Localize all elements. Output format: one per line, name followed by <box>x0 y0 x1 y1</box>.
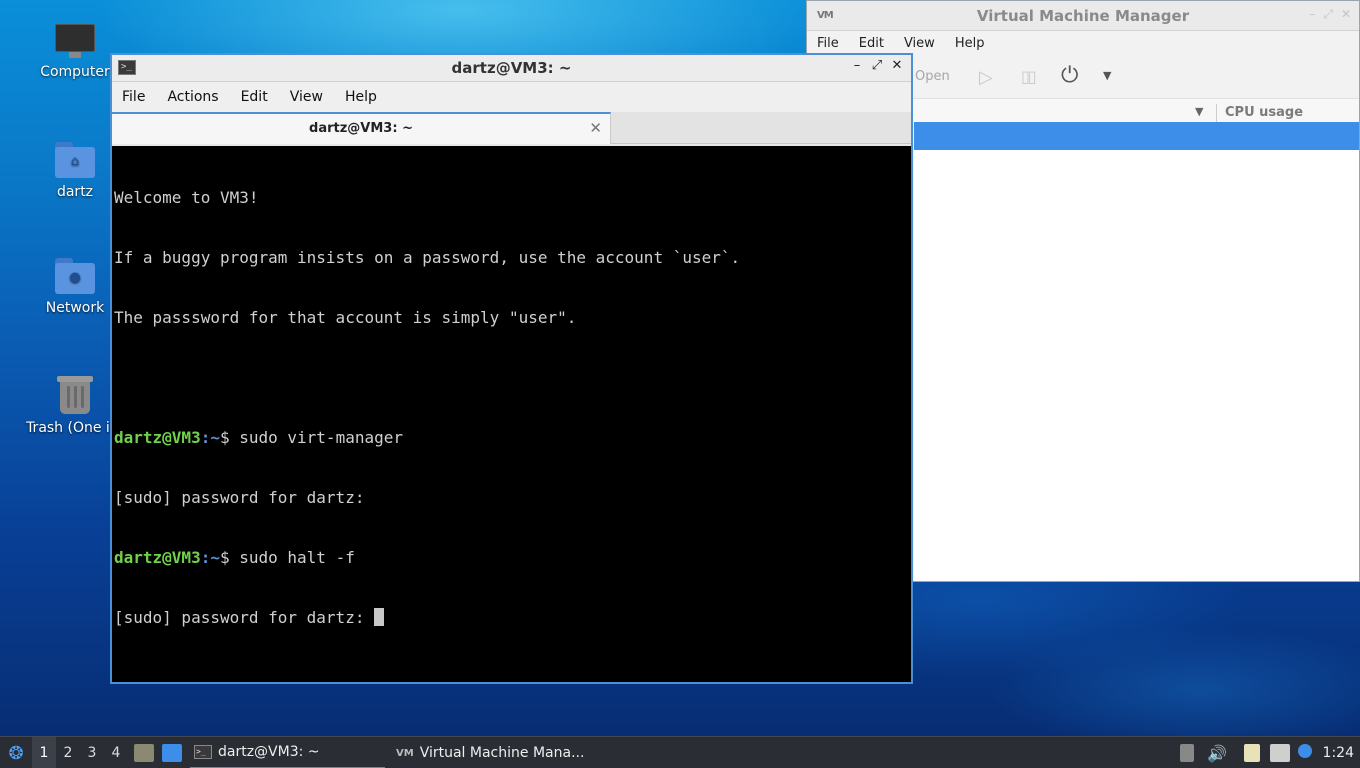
terminal-command: $ sudo halt -f <box>219 548 355 567</box>
workspace-2[interactable]: 2 <box>56 737 80 768</box>
terminal-line: [sudo] password for dartz: <box>114 488 365 507</box>
close-tab-icon[interactable]: ✕ <box>589 119 602 137</box>
trash-icon <box>57 374 93 414</box>
maximize-icon[interactable]: ⤢ <box>867 58 887 73</box>
computer-icon <box>55 24 95 58</box>
vmm-window-title: Virtual Machine Manager <box>976 7 1190 25</box>
terminal-menu-edit[interactable]: Edit <box>241 89 268 105</box>
vmm-connection-list[interactable] <box>914 122 1359 581</box>
clock[interactable]: 1:24 <box>1323 737 1354 768</box>
network-folder-icon: ● <box>55 258 95 294</box>
file-manager-launcher-icon[interactable] <box>134 744 154 762</box>
vmm-task-icon: VM <box>396 747 414 759</box>
prompt-path: :~ <box>200 548 220 567</box>
terminal-window-title: dartz@VM3: ~ <box>451 59 572 77</box>
terminal-menu-actions[interactable]: Actions <box>167 89 218 105</box>
close-icon[interactable]: ✕ <box>887 58 907 73</box>
vmm-open-button[interactable]: Open <box>915 69 950 84</box>
vmm-titlebar[interactable]: VM Virtual Machine Manager – ⤢ ✕ <box>807 1 1359 31</box>
clipboard-icon[interactable] <box>1244 744 1260 762</box>
selected-row[interactable] <box>914 122 1359 150</box>
vmm-menu-view[interactable]: View <box>904 36 935 51</box>
terminal-tab-bar: dartz@VM3: ~ ✕ <box>112 112 911 144</box>
minimize-icon[interactable]: – <box>847 58 867 73</box>
terminal-output[interactable]: Welcome to VM3! If a buggy program insis… <box>112 146 911 682</box>
terminal-menubar: File Actions Edit View Help <box>112 82 911 112</box>
workspace-3[interactable]: 3 <box>80 737 104 768</box>
volume-icon[interactable]: 🔊 <box>1207 737 1227 768</box>
chevron-down-icon[interactable]: ▼ <box>1103 69 1111 82</box>
terminal-line: The passsword for that account is simply… <box>114 308 577 327</box>
terminal-command: $ sudo virt-manager <box>219 428 403 447</box>
terminal-cursor <box>374 608 385 626</box>
terminal-tab-label: dartz@VM3: ~ <box>309 121 413 136</box>
terminal-menu-view[interactable]: View <box>290 89 323 105</box>
terminal-window: >_ dartz@VM3: ~ – ⤢ ✕ File Actions Edit Vi… <box>110 53 913 684</box>
terminal-line: dartz@VM3:~$ sudo virt-manager <box>114 428 911 448</box>
vmm-window-controls: – ⤢ ✕ <box>1301 7 1351 22</box>
task-label: Virtual Machine Mana... <box>419 745 585 761</box>
terminal-menu-help[interactable]: Help <box>345 89 377 105</box>
terminal-task-icon: >_ <box>194 745 212 759</box>
terminal-titlebar[interactable]: >_ dartz@VM3: ~ – ⤢ ✕ <box>112 55 911 82</box>
sort-dropdown-icon[interactable]: ▼ <box>1195 105 1203 118</box>
vmm-menubar: File Edit View Help <box>807 31 1359 55</box>
start-menu-icon[interactable]: ❂ <box>4 737 28 768</box>
cpu-usage-column[interactable]: CPU usage <box>1225 105 1303 120</box>
terminal-tab[interactable]: dartz@VM3: ~ ✕ <box>112 112 611 144</box>
maximize-icon[interactable]: ⤢ <box>1323 7 1333 21</box>
pause-icon[interactable]: ▯▯ <box>1021 67 1037 86</box>
terminal-line: [sudo] password for dartz: <box>114 608 911 628</box>
notification-icon[interactable] <box>1298 744 1312 758</box>
task-label: dartz@VM3: ~ <box>218 744 320 760</box>
vmm-menu-edit[interactable]: Edit <box>859 36 884 51</box>
workspace-1[interactable]: 1 <box>32 737 56 768</box>
prompt-path: :~ <box>200 428 220 447</box>
terminal-window-controls: – ⤢ ✕ <box>847 58 907 73</box>
prompt-user: dartz@VM3 <box>114 548 201 567</box>
task-vmm[interactable]: VM Virtual Machine Mana... <box>392 737 602 768</box>
terminal-password-prompt: [sudo] password for dartz: <box>114 608 375 627</box>
run-icon[interactable]: ▷ <box>979 67 993 88</box>
terminal-line: If a buggy program insists on a password… <box>114 248 741 267</box>
vmm-menu-file[interactable]: File <box>817 36 839 51</box>
home-folder-icon: ⌂ <box>55 142 95 178</box>
task-terminal[interactable]: >_ dartz@VM3: ~ <box>190 737 385 768</box>
vmm-menu-help[interactable]: Help <box>955 36 985 51</box>
terminal-line: Welcome to VM3! <box>114 188 259 207</box>
taskbar: ❂ 1 2 3 4 >_ dartz@VM3: ~ VM Virtual Mac… <box>0 736 1360 768</box>
column-separator <box>1216 104 1217 122</box>
terminal-menu-file[interactable]: File <box>122 89 145 105</box>
prompt-user: dartz@VM3 <box>114 428 201 447</box>
power-icon[interactable]: ⏻ <box>1061 63 1078 88</box>
terminal-line: dartz@VM3:~$ sudo halt -f <box>114 548 911 568</box>
battery-icon[interactable] <box>1180 744 1194 762</box>
minimize-icon[interactable]: – <box>1309 7 1315 21</box>
network-icon[interactable] <box>1270 744 1290 762</box>
close-icon[interactable]: ✕ <box>1341 7 1351 21</box>
workspace-4[interactable]: 4 <box>104 737 128 768</box>
show-desktop-icon[interactable] <box>162 744 182 762</box>
